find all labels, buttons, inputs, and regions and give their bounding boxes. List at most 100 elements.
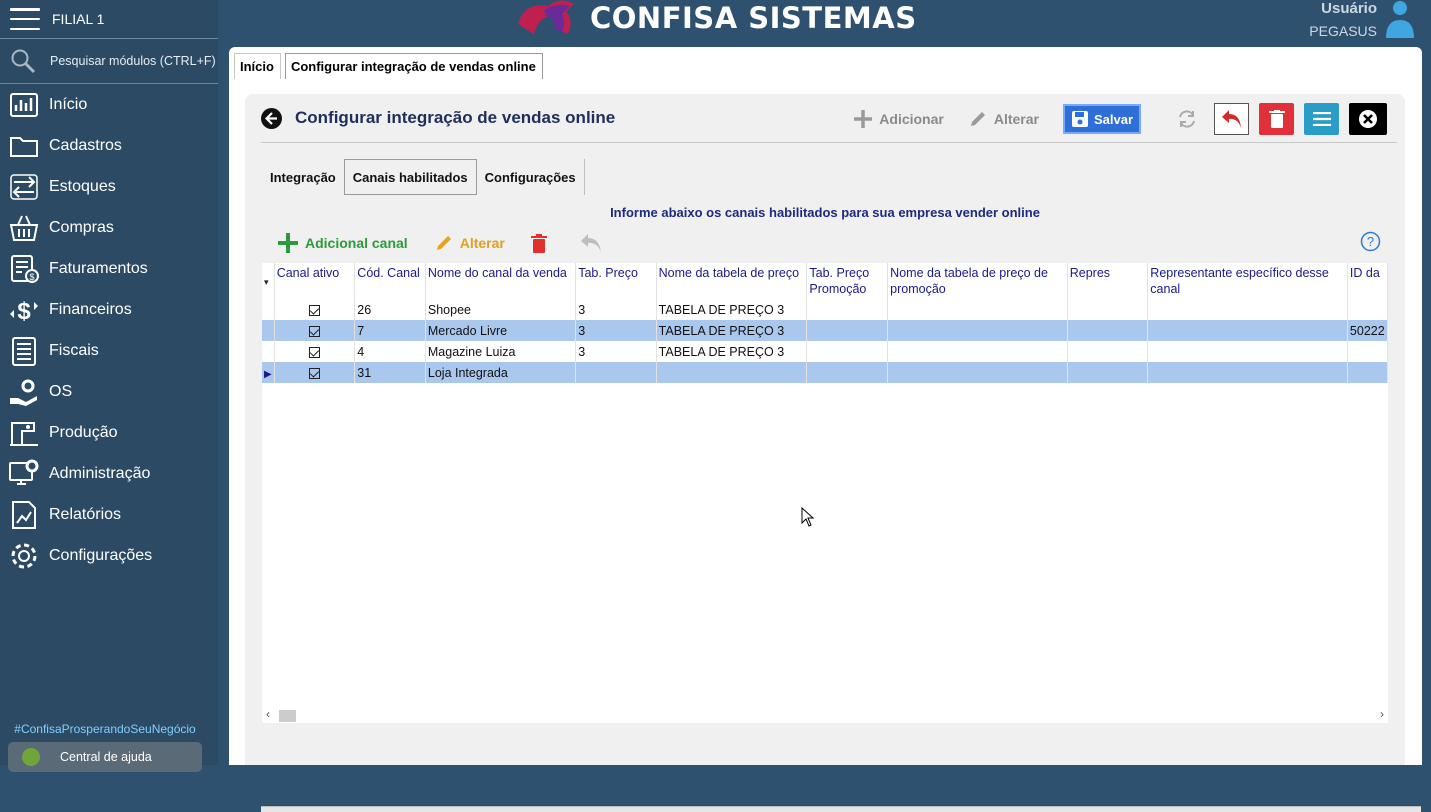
sidebar-item-producao[interactable]: Produção [0, 412, 218, 453]
column-header[interactable]: Nome do canal da venda [425, 263, 577, 299]
channels-grid[interactable]: ▾ Canal ativo Cód. Canal Nome do canal da v… [262, 263, 1388, 723]
help-center-button[interactable]: Central de ajuda [8, 742, 202, 772]
tab-configurar-integracao[interactable]: Configurar integração de vendas online [284, 53, 543, 79]
sidebar-item-cadastros[interactable]: Cadastros [0, 125, 218, 166]
channel-id [1347, 362, 1388, 383]
plus-icon [278, 233, 298, 253]
undo-arrow-icon [1221, 110, 1241, 128]
undo-channel-button[interactable] [579, 233, 609, 253]
user-menu[interactable]: Usuário PEGASUS [1309, 0, 1415, 42]
scroll-left-icon[interactable]: ‹ [266, 707, 270, 721]
row-indicator [262, 299, 275, 320]
page-title: Configurar integração de vendas online [295, 108, 616, 127]
trash-icon [530, 233, 547, 253]
refresh-button[interactable] [1169, 103, 1204, 135]
column-header[interactable]: Cód. Canal [354, 263, 426, 299]
trash-icon [1268, 110, 1285, 128]
hand-gear-icon [10, 379, 37, 406]
tab-configuracoes[interactable]: Configurações [477, 159, 585, 195]
tab-inicio[interactable]: Início [234, 53, 281, 79]
pegasus-logo-icon [518, 0, 574, 35]
close-button[interactable] [1349, 103, 1387, 135]
user-avatar-icon [1386, 1, 1414, 38]
row-indicator [262, 341, 275, 362]
svg-text:$: $ [29, 272, 34, 282]
active-checkbox-cell[interactable] [274, 320, 356, 341]
tab-integracao[interactable]: Integração [262, 159, 345, 195]
active-checkbox-cell[interactable] [274, 362, 356, 383]
sidebar-item-financeiros[interactable]: $ Financeiros [0, 289, 218, 330]
checkbox[interactable] [308, 325, 320, 337]
horizontal-scrollbar[interactable]: ‹ › [262, 706, 1388, 723]
brand-logo: CONFISA SISTEMAS [514, 0, 917, 42]
column-header[interactable]: Tab. Preço Promoção [806, 263, 889, 299]
undo-button[interactable] [1214, 103, 1249, 135]
active-checkbox-cell[interactable] [274, 341, 356, 362]
table-row[interactable]: 4 Magazine Luiza 3 TABELA DE PREÇO 3 [262, 341, 1388, 362]
price-table: 3 [575, 320, 657, 341]
sidebar-item-compras[interactable]: Compras [0, 207, 218, 248]
channel-name: Magazine Luiza [425, 341, 577, 362]
channel-code: 7 [354, 320, 426, 341]
sidebar-item-configuracoes[interactable]: Configurações [0, 535, 218, 576]
edit-button[interactable]: Alterar [968, 109, 1039, 129]
close-icon [1359, 110, 1377, 128]
delete-channel-button[interactable] [530, 233, 553, 253]
add-button[interactable]: Adicionar [853, 109, 944, 129]
row-indicator [262, 320, 275, 341]
column-header[interactable]: Nome da tabela de preço [656, 263, 808, 299]
column-header[interactable]: Repres [1067, 263, 1149, 299]
checkbox[interactable] [308, 304, 320, 316]
column-header[interactable]: Tab. Preço [575, 263, 657, 299]
floppy-icon [1071, 111, 1088, 127]
sidebar: FILIAL 1 Pesquisar módulos (CTRL+F) Iníc… [0, 0, 218, 772]
main-content: Início Configurar integração de vendas o… [229, 47, 1422, 812]
more-menu-button[interactable] [1304, 103, 1339, 135]
form-panel: Configurar integração de vendas online A… [245, 94, 1421, 812]
tab-canais-habilitados[interactable]: Canais habilitados [343, 159, 477, 195]
active-checkbox-cell[interactable] [274, 299, 356, 320]
sidebar-item-inicio[interactable]: Início [0, 84, 218, 125]
table-row[interactable]: ▶ 31 Loja Integrada [262, 362, 1388, 383]
back-button[interactable] [261, 107, 282, 129]
sidebar-item-os[interactable]: OS [0, 371, 218, 412]
promo-price-table-name [887, 341, 1068, 362]
checkbox[interactable] [308, 346, 320, 358]
sidebar-item-faturamentos[interactable]: $ Faturamentos [0, 248, 218, 289]
help-question-button[interactable]: ? [1360, 231, 1381, 257]
price-table [575, 362, 657, 383]
svg-text:$: $ [17, 298, 31, 325]
save-button[interactable]: Salvar [1063, 104, 1141, 134]
column-header[interactable]: Nome da tabela de preço de promoção [887, 263, 1068, 299]
column-header[interactable]: Representante específico desse canal [1147, 263, 1348, 299]
price-table-name: TABELA DE PREÇO 3 [656, 320, 808, 341]
mouse-cursor-icon [801, 507, 815, 527]
price-table-name [656, 362, 808, 383]
sidebar-item-estoques[interactable]: Estoques [0, 166, 218, 207]
scroll-right-icon[interactable]: › [1380, 707, 1384, 721]
column-header[interactable]: ID da [1347, 263, 1388, 299]
table-row[interactable]: 26 Shopee 3 TABELA DE PREÇO 3 [262, 299, 1388, 320]
module-search-input[interactable]: Pesquisar módulos (CTRL+F) [0, 38, 218, 84]
delete-button[interactable] [1259, 103, 1294, 135]
column-header[interactable]: Canal ativo [274, 263, 356, 299]
sidebar-item-administracao[interactable]: Administração [0, 453, 218, 494]
sewing-icon [10, 421, 38, 446]
checkbox[interactable] [308, 367, 320, 379]
basket-icon [9, 215, 39, 241]
search-icon [11, 49, 36, 74]
add-channel-button[interactable]: Adicional canal [277, 232, 408, 254]
table-row[interactable]: 7 Mercado Livre 3 TABELA DE PREÇO 3 50222 [262, 320, 1388, 341]
sidebar-item-relatorios[interactable]: Relatórios [0, 494, 218, 535]
representative [1067, 320, 1149, 341]
edit-channel-button[interactable]: Alterar [434, 233, 505, 253]
sidebar-item-fiscais[interactable]: Fiscais [0, 330, 218, 371]
hamburger-menu-icon[interactable] [10, 8, 40, 30]
menu-lines-icon [1312, 112, 1331, 126]
price-table: 3 [575, 341, 657, 362]
scrollbar-thumb[interactable] [279, 710, 296, 722]
row-indicator: ▶ [262, 362, 275, 383]
brand-title: CONFISA SISTEMAS [590, 1, 917, 35]
channel-code: 31 [354, 362, 426, 383]
channel-id [1347, 341, 1388, 362]
